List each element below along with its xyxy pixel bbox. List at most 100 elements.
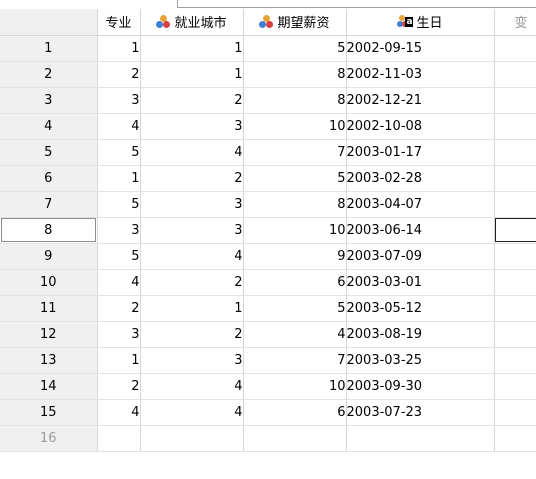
cell-salary[interactable]: 7 [243, 139, 347, 166]
cell-birthday[interactable]: 2003-08-19 [346, 321, 495, 348]
column-header-major[interactable]: 专业 [97, 9, 141, 36]
row-number[interactable]: 13 [0, 347, 98, 374]
cell-salary[interactable]: 8 [243, 87, 347, 114]
cell-city[interactable]: 2 [140, 321, 244, 348]
cell-city[interactable]: 2 [140, 165, 244, 192]
cell-empty[interactable] [494, 269, 536, 296]
cell-birthday[interactable]: 2002-12-21 [346, 87, 495, 114]
row-number[interactable]: 15 [0, 399, 98, 426]
cell-city[interactable]: 1 [140, 35, 244, 62]
column-header-birthday[interactable]: a 生日 [346, 9, 495, 36]
cell-city[interactable]: 3 [140, 217, 244, 244]
cell-salary[interactable]: 4 [243, 321, 347, 348]
cell-empty[interactable] [494, 217, 536, 244]
cell-major[interactable]: 1 [97, 35, 141, 62]
cell-empty[interactable] [494, 425, 536, 452]
row-number[interactable]: 7 [0, 191, 98, 218]
column-header-salary[interactable]: 期望薪资 [243, 9, 347, 36]
row-number[interactable]: 2 [0, 61, 98, 88]
cell-empty[interactable] [494, 113, 536, 140]
cell-empty[interactable] [494, 295, 536, 322]
row-number[interactable]: 12 [0, 321, 98, 348]
cell-birthday[interactable]: 2003-06-14 [346, 217, 495, 244]
cell-empty[interactable] [494, 61, 536, 88]
cell-salary[interactable]: 10 [243, 217, 347, 244]
cell-salary[interactable]: 5 [243, 295, 347, 322]
cell-salary[interactable]: 10 [243, 113, 347, 140]
cell-salary[interactable]: 5 [243, 35, 347, 62]
cell-city[interactable]: 2 [140, 87, 244, 114]
cell-major[interactable]: 1 [97, 165, 141, 192]
cell-salary[interactable]: 10 [243, 373, 347, 400]
cell-city[interactable]: 2 [140, 269, 244, 296]
cell-birthday[interactable]: 2003-01-17 [346, 139, 495, 166]
cell-city[interactable]: 3 [140, 191, 244, 218]
cell-birthday[interactable]: 2003-07-23 [346, 399, 495, 426]
row-number[interactable]: 10 [0, 269, 98, 296]
row-number[interactable]: 16 [0, 425, 98, 452]
cell-birthday[interactable]: 2002-11-03 [346, 61, 495, 88]
corner-cell[interactable] [0, 9, 98, 36]
cell-city[interactable]: 1 [140, 295, 244, 322]
column-header-next[interactable]: 变 [494, 9, 536, 36]
cell-salary[interactable]: 7 [243, 347, 347, 374]
cell-birthday[interactable]: 2003-09-30 [346, 373, 495, 400]
cell-major[interactable]: 4 [97, 269, 141, 296]
cell-major[interactable]: 3 [97, 87, 141, 114]
cell-empty[interactable] [97, 425, 141, 452]
row-number[interactable]: 8 [0, 217, 98, 244]
cell-major[interactable]: 4 [97, 399, 141, 426]
cell-birthday[interactable]: 2003-07-09 [346, 243, 495, 270]
row-number[interactable]: 6 [0, 165, 98, 192]
row-number[interactable]: 5 [0, 139, 98, 166]
cell-empty[interactable] [494, 139, 536, 166]
cell-empty[interactable] [494, 35, 536, 62]
cell-birthday[interactable]: 2003-03-01 [346, 269, 495, 296]
cell-city[interactable]: 4 [140, 243, 244, 270]
cell-salary[interactable]: 8 [243, 61, 347, 88]
row-number[interactable]: 4 [0, 113, 98, 140]
cell-major[interactable]: 3 [97, 217, 141, 244]
cell-city[interactable]: 3 [140, 347, 244, 374]
cell-birthday[interactable]: 2003-05-12 [346, 295, 495, 322]
cell-empty[interactable] [346, 425, 495, 452]
row-number[interactable]: 3 [0, 87, 98, 114]
cell-empty[interactable] [494, 373, 536, 400]
cell-birthday[interactable]: 2002-09-15 [346, 35, 495, 62]
cell-city[interactable]: 4 [140, 373, 244, 400]
cell-city[interactable]: 4 [140, 399, 244, 426]
cell-empty[interactable] [494, 347, 536, 374]
column-header-city[interactable]: 就业城市 [140, 9, 244, 36]
cell-empty[interactable] [243, 425, 347, 452]
cell-major[interactable]: 2 [97, 61, 141, 88]
cell-major[interactable]: 2 [97, 373, 141, 400]
cell-salary[interactable]: 5 [243, 165, 347, 192]
cell-major[interactable]: 4 [97, 113, 141, 140]
cell-major[interactable]: 5 [97, 139, 141, 166]
cell-empty[interactable] [140, 425, 244, 452]
cell-salary[interactable]: 8 [243, 191, 347, 218]
row-number[interactable]: 11 [0, 295, 98, 322]
cell-birthday[interactable]: 2003-02-28 [346, 165, 495, 192]
cell-birthday[interactable]: 2003-04-07 [346, 191, 495, 218]
cell-major[interactable]: 5 [97, 243, 141, 270]
cell-major[interactable]: 2 [97, 295, 141, 322]
row-number[interactable]: 1 [0, 35, 98, 62]
cell-major[interactable]: 5 [97, 191, 141, 218]
cell-empty[interactable] [494, 87, 536, 114]
cell-city[interactable]: 4 [140, 139, 244, 166]
cell-city[interactable]: 3 [140, 113, 244, 140]
cell-birthday[interactable]: 2003-03-25 [346, 347, 495, 374]
cell-city[interactable]: 1 [140, 61, 244, 88]
cell-major[interactable]: 1 [97, 347, 141, 374]
cell-empty[interactable] [494, 191, 536, 218]
cell-major[interactable]: 3 [97, 321, 141, 348]
cell-empty[interactable] [494, 243, 536, 270]
cell-empty[interactable] [494, 321, 536, 348]
cell-empty[interactable] [494, 399, 536, 426]
cell-salary[interactable]: 9 [243, 243, 347, 270]
cell-salary[interactable]: 6 [243, 269, 347, 296]
cell-value-field[interactable] [177, 0, 536, 8]
row-number[interactable]: 14 [0, 373, 98, 400]
row-number[interactable]: 9 [0, 243, 98, 270]
